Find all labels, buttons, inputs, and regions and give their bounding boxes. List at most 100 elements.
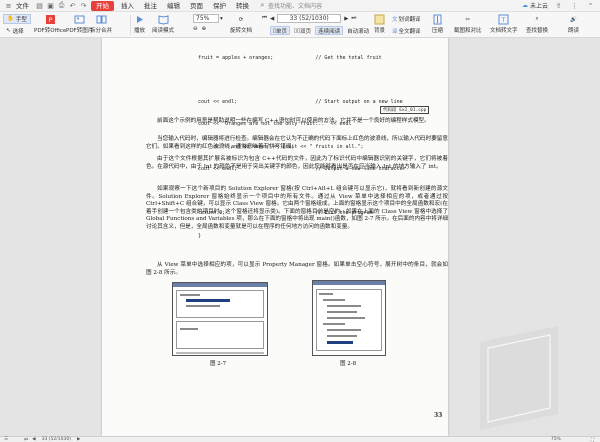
doc-to-text-button[interactable]: T 文档转文字: [490, 12, 518, 34]
tree-item: [323, 323, 345, 325]
search-icon: ⌕: [260, 1, 265, 9]
screenshot-compare-button[interactable]: ✂ 截图和对比: [454, 12, 482, 35]
save-icon[interactable]: ▣: [46, 1, 55, 10]
status-next-page-icon[interactable]: ▶: [77, 437, 80, 442]
zoom-dropdown-icon[interactable]: ▾: [220, 16, 223, 22]
pdf-page: fruit = apples + oranges; // Get the tot…: [102, 38, 558, 436]
translate-button[interactable]: 文 划词翻译: [392, 15, 421, 23]
file-menu-area[interactable]: ≡ 文件: [0, 0, 34, 12]
menu-file[interactable]: 文件: [14, 0, 31, 12]
code-line: }: [198, 232, 202, 239]
redo-icon[interactable]: ↷: [79, 1, 88, 10]
prev-page-icon[interactable]: ◀: [270, 16, 274, 22]
background-button[interactable]: 背景: [374, 12, 385, 34]
continuous-read-button[interactable]: 连续阅读: [315, 26, 344, 35]
background-icon: [374, 14, 385, 25]
pdf-to-office-label: PDF转Office: [34, 28, 67, 34]
full-translate-button[interactable]: 译 全文翻译: [392, 27, 421, 35]
image-icon: [74, 14, 85, 25]
find-replace-button[interactable]: ⌕ 查找替换: [526, 12, 548, 34]
tree-item: [327, 335, 357, 337]
cloud-status[interactable]: ☁ 未上云: [522, 1, 548, 10]
compress-label: 压缩: [432, 28, 444, 34]
status-page-info[interactable]: 33 (52/1030): [42, 437, 71, 442]
text-icon: T: [498, 14, 509, 25]
menu-home[interactable]: 开始: [91, 0, 114, 11]
auto-scroll-button[interactable]: 自动滚动: [345, 26, 371, 35]
doc-to-text-label: 文档转文字: [490, 28, 518, 34]
split-merge-label: 拆分合并: [90, 28, 113, 34]
compress-button[interactable]: 压缩: [432, 12, 443, 34]
play-button[interactable]: 播放: [134, 12, 145, 34]
menu-convert[interactable]: 转换: [231, 0, 254, 12]
menu-comment[interactable]: 批注: [139, 0, 162, 12]
undo-icon[interactable]: ↶: [68, 1, 77, 10]
zoom-select[interactable]: 75%: [193, 14, 219, 23]
read-mode-label: 阅读模式: [152, 28, 175, 34]
rotate-button[interactable]: ⟳ 旋转文档: [230, 12, 252, 35]
more-icon[interactable]: ⋮: [570, 1, 579, 10]
paragraph: 如果观察一下这个新项目的 Solution Explorer 窗格(按 Ctrl…: [146, 186, 449, 230]
menu-edit[interactable]: 编辑: [162, 0, 185, 12]
menu-page[interactable]: 页面: [185, 0, 208, 12]
hand-tool-label: 手型: [15, 17, 27, 23]
paragraph: 前面这个示例的用意是帮助说明一些在编写 C++语句时可以使用的方法。它并不是一个…: [157, 118, 430, 124]
fullscreen-icon[interactable]: ⛶: [591, 437, 594, 442]
tree-item: [180, 328, 198, 330]
paragraph: 从 View 菜单中选择相应的项，可以显示 Property Manager 窗…: [146, 262, 448, 276]
tree-item: [323, 299, 345, 301]
full-translate-icon: 译: [392, 29, 398, 35]
search-input[interactable]: 查找功能、文档内容: [268, 1, 322, 10]
document-viewport[interactable]: fruit = apples + oranges; // Get the tot…: [0, 38, 600, 436]
full-translate-label: 全文翻译: [398, 29, 421, 35]
menu-icon[interactable]: ≡: [4, 1, 13, 10]
find-icon: ⌕: [535, 16, 539, 22]
status-prev-page-icon[interactable]: ◀: [32, 437, 35, 442]
status-zoom[interactable]: 75%: [551, 437, 561, 442]
read-mode-button[interactable]: 阅读模式: [152, 12, 174, 34]
first-page-icon[interactable]: ⏮: [262, 15, 267, 22]
background-label: 背景: [374, 28, 386, 34]
select-tool[interactable]: ↖ 选择: [3, 26, 27, 36]
hand-icon: ✋: [7, 16, 14, 22]
single-page-label: 单页: [276, 28, 288, 35]
next-page-icon[interactable]: ▶: [344, 16, 348, 22]
split-merge-button[interactable]: 拆分合并: [90, 12, 112, 34]
status-bar: ☰ ⏮ ◀ 33 (52/1030) ▶ 75% ⛶: [0, 436, 600, 442]
ribbon-toolbar: ✋ 手型 ↖ 选择 P PDF转Office PDF转图片 拆分合并 播放 阅读…: [0, 12, 600, 38]
zoom-out-icon[interactable]: ⊖: [193, 26, 198, 32]
hand-tool[interactable]: ✋ 手型: [3, 14, 31, 24]
property-tree: [316, 289, 382, 351]
page-input[interactable]: 33 (52/1030): [277, 14, 342, 23]
menu-insert[interactable]: 插入: [116, 0, 139, 12]
toolbar-divider: [130, 15, 131, 35]
share-icon[interactable]: ⇪: [554, 1, 563, 10]
rotate-icon: ⟳: [238, 16, 244, 23]
tree-item: [319, 293, 333, 295]
read-aloud-label: 朗读: [568, 28, 580, 34]
menu-protect[interactable]: 保护: [208, 0, 231, 12]
code-figure-label: 代码段 Ex2_01.cpp: [380, 106, 430, 114]
svg-text:T: T: [501, 17, 506, 24]
collapse-icon[interactable]: ⌃: [586, 1, 595, 10]
status-first-page-icon[interactable]: ⏮: [24, 437, 28, 442]
pdf-to-office-button[interactable]: P PDF转Office: [34, 12, 66, 34]
dual-page-label: 双页: [300, 28, 312, 35]
open-icon[interactable]: ▤: [35, 1, 44, 10]
last-page-icon[interactable]: ⏭: [351, 15, 356, 22]
watermark-seal: [480, 326, 558, 430]
single-page-button[interactable]: ▯ 单页: [270, 26, 291, 35]
read-aloud-button[interactable]: 🔊 朗读: [568, 12, 580, 35]
cloud-status-label: 未上云: [529, 3, 548, 10]
tree-item: [327, 311, 357, 313]
play-icon: [134, 14, 145, 25]
print-icon[interactable]: ⎙: [57, 1, 66, 10]
tree-item: [327, 317, 365, 319]
sidebar-toggle-icon[interactable]: ☰: [4, 437, 8, 442]
cloud-icon: ☁: [521, 2, 528, 9]
tree-item: [327, 329, 361, 331]
dual-page-button[interactable]: ▯▯ 双页: [292, 26, 313, 35]
zoom-in-icon[interactable]: ⊕: [202, 26, 207, 32]
zoom-control: 75% ▾: [193, 14, 223, 23]
